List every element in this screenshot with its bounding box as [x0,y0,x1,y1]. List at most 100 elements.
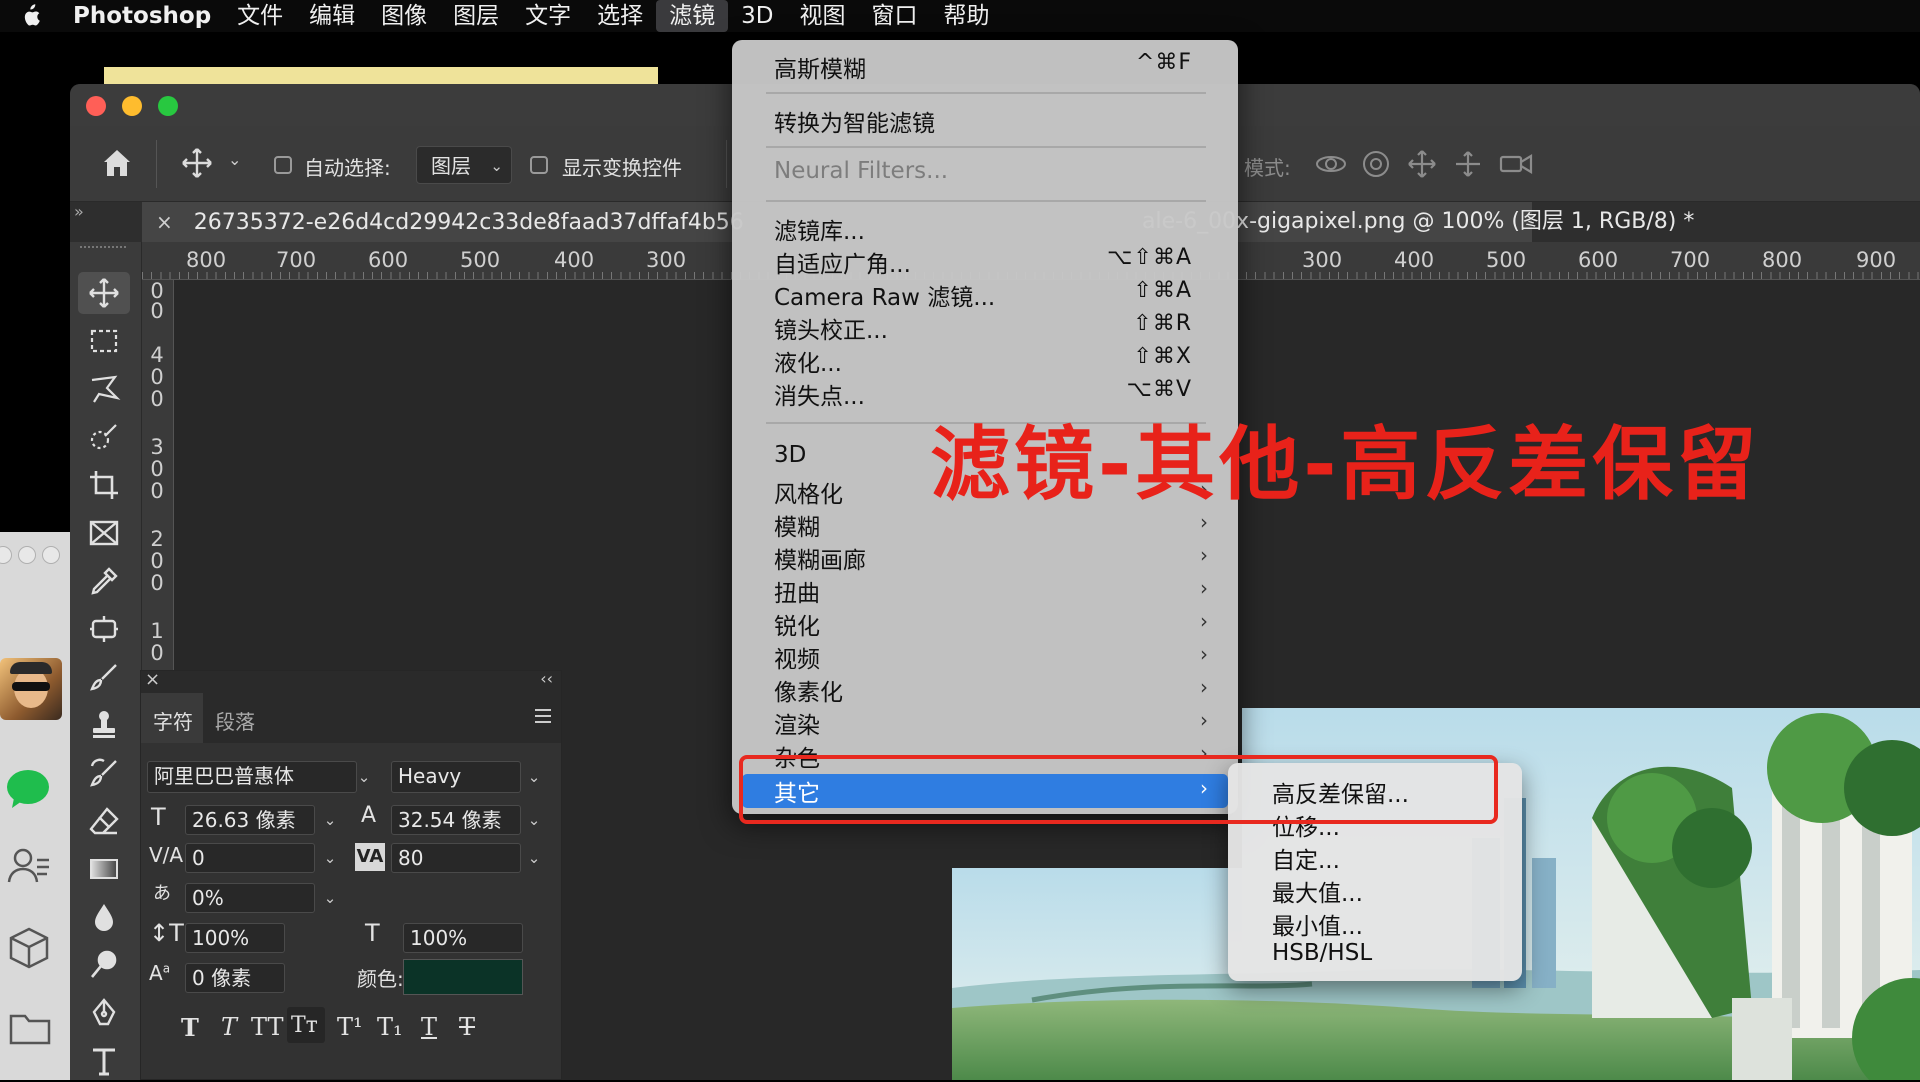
menu-item-render[interactable]: 渲染 [774,706,820,740]
stamp-tool-icon[interactable] [78,704,130,746]
small-caps-button[interactable]: Tт [287,1007,325,1043]
healing-brush-tool-icon[interactable] [78,608,130,650]
brush-tool-icon[interactable] [78,656,130,698]
chevron-down-icon[interactable]: ⌄ [521,843,547,873]
3d-slide-icon[interactable] [1452,148,1484,184]
underline-button[interactable]: T [421,1013,437,1041]
baseline-shift-field[interactable]: 0 像素 [185,963,285,993]
chat-icon[interactable] [6,768,52,814]
menu-item-blur[interactable]: 模糊 [774,508,820,542]
menu-window[interactable]: 窗口 [859,0,931,32]
text-color-swatch[interactable] [403,959,523,995]
folder-icon[interactable] [8,1010,52,1050]
3d-orbit-icon[interactable] [1314,148,1348,184]
menu-item-adaptive-wide-angle[interactable]: 自适应广角... [774,245,911,279]
type-tool-icon[interactable] [78,1040,130,1082]
tab-character[interactable]: 字符 [141,693,203,743]
crop-tool-icon[interactable] [78,464,130,506]
menu-edit[interactable]: 编辑 [296,0,368,32]
chevron-down-icon[interactable]: ⌄ [228,150,241,169]
submenu-item-minimum[interactable]: 最小值... [1272,907,1363,941]
collapse-panel-icon[interactable]: ‹‹ [540,669,553,688]
chevron-down-icon[interactable]: ⌄ [521,805,547,835]
3d-roll-icon[interactable] [1360,148,1392,184]
menu-type[interactable]: 文字 [512,0,584,32]
tracking-field[interactable]: 80 [391,843,521,873]
menu-item-liquify[interactable]: 液化... [774,344,842,378]
close-panel-icon[interactable]: × [145,669,160,690]
3d-pan-icon[interactable] [1406,148,1438,184]
faux-bold-button[interactable]: T [181,1013,199,1042]
menu-item-3d[interactable]: 3D [774,442,806,468]
menu-app-name[interactable]: Photoshop [60,0,224,32]
lasso-tool-icon[interactable] [78,368,130,410]
menu-item-last-filter[interactable]: 高斯模糊 [774,50,866,84]
font-size-field[interactable]: 26.63 像素 [185,805,315,835]
history-brush-tool-icon[interactable] [78,752,130,794]
menu-item-convert-smart-filter[interactable]: 转换为智能滤镜 [774,104,935,138]
font-style-field[interactable]: Heavy [391,761,521,793]
submenu-item-custom[interactable]: 自定... [1272,841,1340,875]
panel-menu-icon[interactable] [533,707,553,729]
menu-3d[interactable]: 3D [728,0,786,32]
chevron-down-icon[interactable]: ⌄ [521,762,547,792]
move-tool-icon[interactable] [180,146,214,184]
strikethrough-button[interactable]: T [459,1013,475,1041]
frame-tool-icon[interactable] [78,512,130,554]
menu-file[interactable]: 文件 [224,0,296,32]
minimize-window-button[interactable] [122,96,142,116]
menu-view[interactable]: 视图 [787,0,859,32]
menu-item-lens-correction[interactable]: 镜头校正... [774,311,888,345]
menu-item-pixelate[interactable]: 像素化 [774,673,843,707]
panel-collapse-icon[interactable]: » [74,202,84,221]
menu-item-sharpen[interactable]: 锐化 [774,607,820,641]
tab-paragraph[interactable]: 段落 [203,693,277,743]
menu-filter[interactable]: 滤镜 [656,0,729,32]
close-window-button[interactable] [86,96,106,116]
menu-item-neural-filters[interactable]: Neural Filters... [774,158,948,184]
menu-item-camera-raw[interactable]: Camera Raw 滤镜... [774,278,995,312]
submenu-item-maximum[interactable]: 最大值... [1272,874,1363,908]
chevron-down-icon[interactable]: ⌄ [317,805,343,835]
menu-item-vanishing-point[interactable]: 消失点... [774,377,865,411]
cube-icon[interactable] [8,926,50,974]
eraser-tool-icon[interactable] [78,800,130,842]
menu-select[interactable]: 选择 [584,0,656,32]
menu-item-distort[interactable]: 扭曲 [774,574,820,608]
home-icon[interactable] [100,146,134,184]
menu-item-filter-gallery[interactable]: 滤镜库... [774,212,865,246]
dodge-tool-icon[interactable] [78,944,130,986]
menu-item-stylize[interactable]: 风格化 [774,475,843,509]
horizontal-scale-field[interactable]: 100% [403,923,523,953]
avatar[interactable] [0,658,62,720]
auto-select-dropdown[interactable]: 图层 ⌄ [416,146,512,184]
menu-item-blur-gallery[interactable]: 模糊画廊 [774,541,866,575]
menu-item-video[interactable]: 视频 [774,640,820,674]
blur-tool-icon[interactable] [78,896,130,938]
menu-image[interactable]: 图像 [368,0,440,32]
pen-tool-icon[interactable] [78,992,130,1034]
kerning-field[interactable]: 0 [185,843,315,873]
vertical-scale-field[interactable]: 100% [185,923,285,953]
quick-selection-tool-icon[interactable] [78,416,130,458]
leading-field[interactable]: 32.54 像素 [391,805,521,835]
menu-layer[interactable]: 图层 [440,0,512,32]
faux-italic-button[interactable]: T [221,1013,237,1041]
all-caps-button[interactable]: TT [251,1013,283,1041]
font-family-field[interactable]: 阿里巴巴普惠体 [147,761,357,793]
3d-camera-icon[interactable] [1498,150,1534,182]
auto-select-checkbox[interactable] [274,156,292,174]
apple-menu-icon[interactable] [0,0,60,32]
chevron-down-icon[interactable]: ⌄ [351,762,377,792]
tsume-field[interactable]: 0% [185,883,315,913]
contacts-icon[interactable] [6,846,52,890]
marquee-tool-icon[interactable] [78,320,130,362]
submenu-item-hsb-hsl[interactable]: HSB/HSL [1272,940,1372,966]
chevron-down-icon[interactable]: ⌄ [317,883,343,913]
move-tool-icon[interactable] [78,272,130,314]
gradient-tool-icon[interactable] [78,848,130,890]
show-transform-checkbox[interactable] [530,156,548,174]
subscript-button[interactable]: T₁ [377,1013,403,1041]
superscript-button[interactable]: T¹ [337,1013,363,1041]
eyedropper-tool-icon[interactable] [78,560,130,602]
